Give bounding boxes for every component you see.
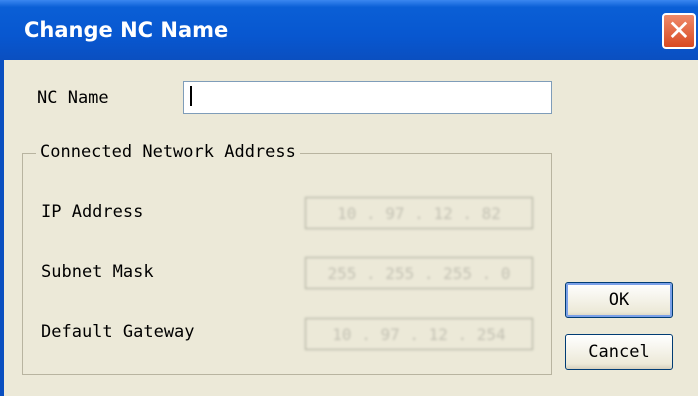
ip-address-field: 10 . 97 . 12 . 82 — [305, 197, 533, 229]
title-bar[interactable]: Change NC Name ✕ — [0, 0, 698, 60]
window-frame-left — [0, 60, 4, 396]
close-icon[interactable]: ✕ — [662, 13, 696, 49]
ip-address-value: 10 . 97 . 12 . 82 — [337, 203, 501, 223]
dialog-title: Change NC Name — [24, 18, 229, 42]
subnet-mask-label: Subnet Mask — [41, 262, 154, 282]
nc-name-label: NC Name — [37, 88, 109, 108]
ok-button-label: OK — [608, 290, 630, 310]
change-nc-name-dialog: Change NC Name ✕ NC Name Connected Netwo… — [0, 0, 698, 396]
cancel-button[interactable]: Cancel — [565, 334, 673, 370]
subnet-mask-field: 255 . 255 . 255 . 0 — [305, 257, 533, 289]
nc-name-input[interactable] — [183, 81, 552, 114]
subnet-mask-value: 255 . 255 . 255 . 0 — [327, 263, 511, 283]
ip-address-label: IP Address — [41, 202, 144, 222]
ok-button[interactable]: OK — [565, 282, 673, 318]
default-gateway-field: 10 . 97 . 12 . 254 — [305, 318, 533, 350]
default-gateway-label: Default Gateway — [41, 322, 195, 342]
cancel-button-label: Cancel — [588, 342, 650, 362]
text-caret — [190, 86, 192, 106]
default-gateway-value: 10 . 97 . 12 . 254 — [332, 324, 506, 344]
group-legend: Connected Network Address — [36, 142, 300, 162]
